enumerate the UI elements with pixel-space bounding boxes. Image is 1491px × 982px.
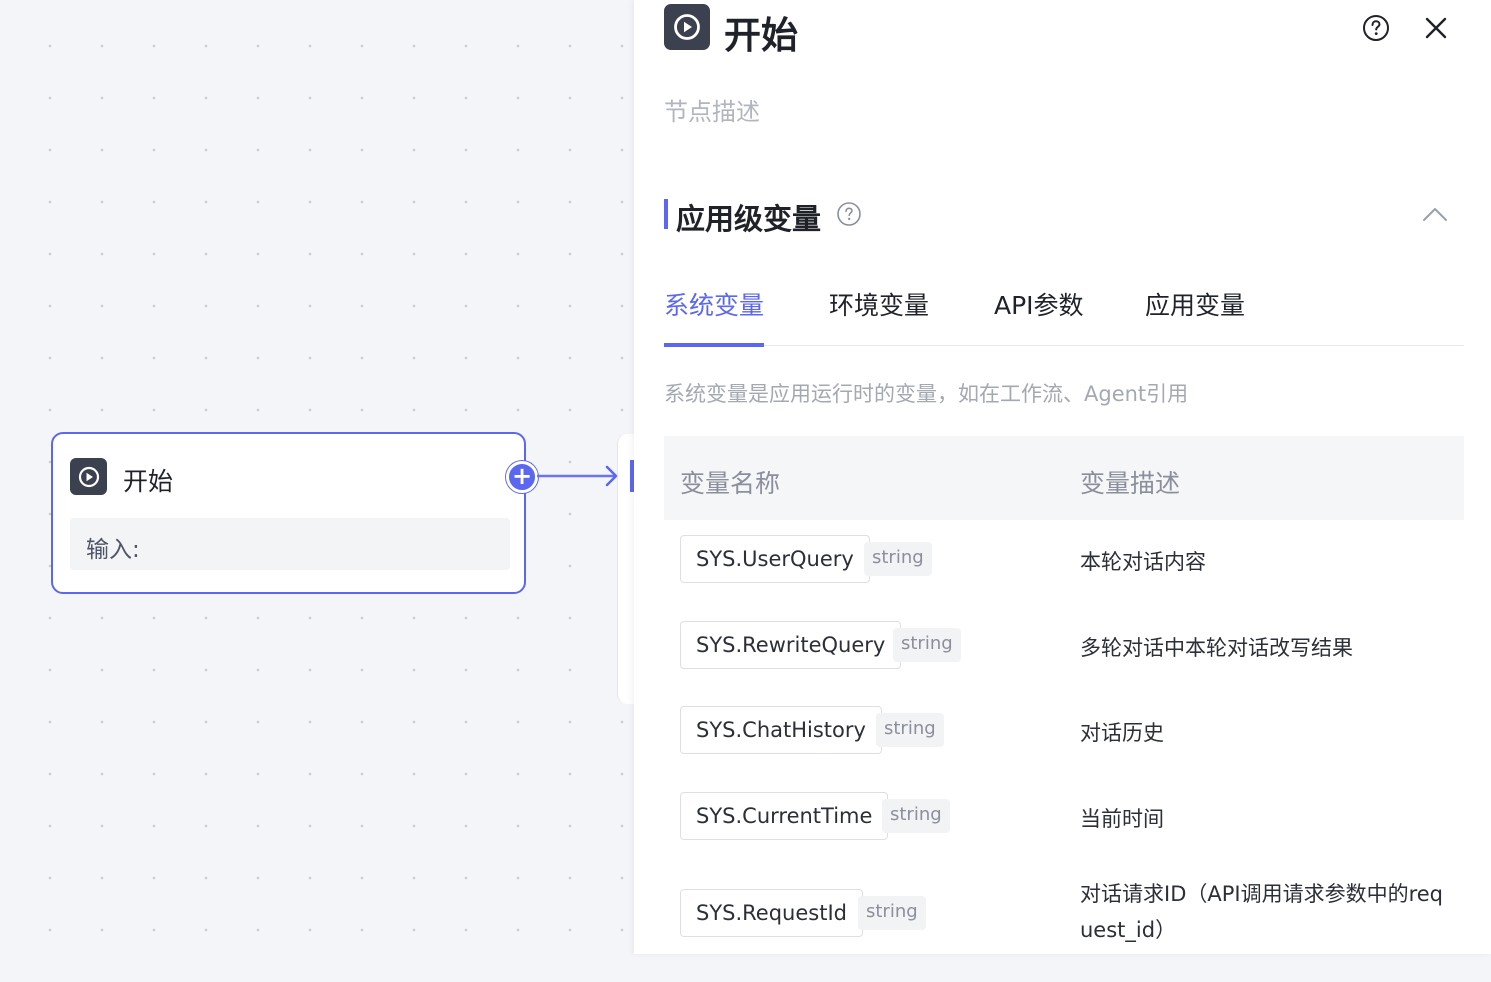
column-header-name: 变量名称 (680, 469, 781, 498)
section-marker (664, 199, 668, 229)
section-title: 应用级变量 (676, 202, 822, 236)
table-row: SYS.RequestId string 对话请求ID（API调用请求参数中的r… (664, 862, 1464, 982)
variables-table: 变量名称 变量描述 SYS.UserQuery string 本轮对话内容 SY… (664, 436, 1464, 982)
variable-description: 当前时间 (1080, 806, 1164, 831)
variable-type-badge: string (876, 713, 944, 747)
connection-edge-icon (537, 465, 618, 487)
tab-app-variables[interactable]: 应用变量 (1145, 286, 1245, 346)
variable-tabs: 系统变量 环境变量 API参数 应用变量 (664, 286, 1464, 347)
variable-name-chip[interactable]: SYS.CurrentTime (680, 791, 889, 840)
table-row: SYS.CurrentTime string 当前时间 (664, 777, 1464, 863)
column-header-description: 变量描述 (1080, 469, 1181, 498)
variable-name-chip[interactable]: SYS.RewriteQuery (680, 620, 902, 669)
tab-hint-text: 系统变量是应用运行时的变量，如在工作流、Agent引用 (664, 382, 1189, 406)
tab-environment-variables[interactable]: 环境变量 (829, 286, 929, 346)
node-config-panel: 开始 节点描述 应用级变量 系统变量 环境变量 API参数 应用变量 系统变量是… (634, 0, 1491, 954)
play-icon (664, 4, 710, 50)
variable-name-chip[interactable]: SYS.ChatHistory (680, 706, 882, 754)
chevron-up-icon[interactable] (1420, 202, 1450, 226)
add-node-button[interactable]: + (506, 461, 538, 493)
help-icon[interactable] (836, 201, 862, 227)
table-row: SYS.UserQuery string 本轮对话内容 (664, 520, 1464, 606)
variable-description: 对话请求ID（API调用请求参数中的request_id） (1080, 882, 1444, 942)
tab-api-parameters[interactable]: API参数 (994, 286, 1084, 346)
table-row: SYS.ChatHistory string 对话历史 (664, 691, 1464, 777)
node-input-field: 输入: (70, 518, 510, 570)
variable-type-badge: string (864, 542, 932, 576)
table-header: 变量名称 变量描述 (664, 436, 1464, 520)
variable-description: 对话历史 (1080, 721, 1164, 745)
table-row: SYS.RewriteQuery string 多轮对话中本轮对话改写结果 (664, 606, 1464, 692)
variable-description: 多轮对话中本轮对话改写结果 (1080, 635, 1353, 660)
play-icon (70, 458, 107, 495)
help-icon[interactable] (1361, 13, 1391, 43)
variable-type-badge: string (882, 798, 950, 833)
variable-name-chip[interactable]: SYS.UserQuery (680, 535, 870, 583)
variable-type-badge: string (858, 896, 926, 930)
tab-system-variables[interactable]: 系统变量 (664, 286, 765, 347)
close-icon[interactable] (1421, 13, 1451, 43)
variable-name-chip[interactable]: SYS.RequestId (680, 889, 863, 937)
variable-description: 本轮对话内容 (1080, 550, 1206, 574)
node-title: 开始 (123, 467, 174, 496)
workflow-canvas[interactable]: 开始 输入: + (0, 0, 634, 954)
node-description-input[interactable]: 节点描述 (664, 92, 760, 127)
panel-title: 开始 (724, 14, 798, 57)
variable-type-badge: string (893, 627, 961, 662)
start-node[interactable]: 开始 输入: (51, 432, 526, 594)
